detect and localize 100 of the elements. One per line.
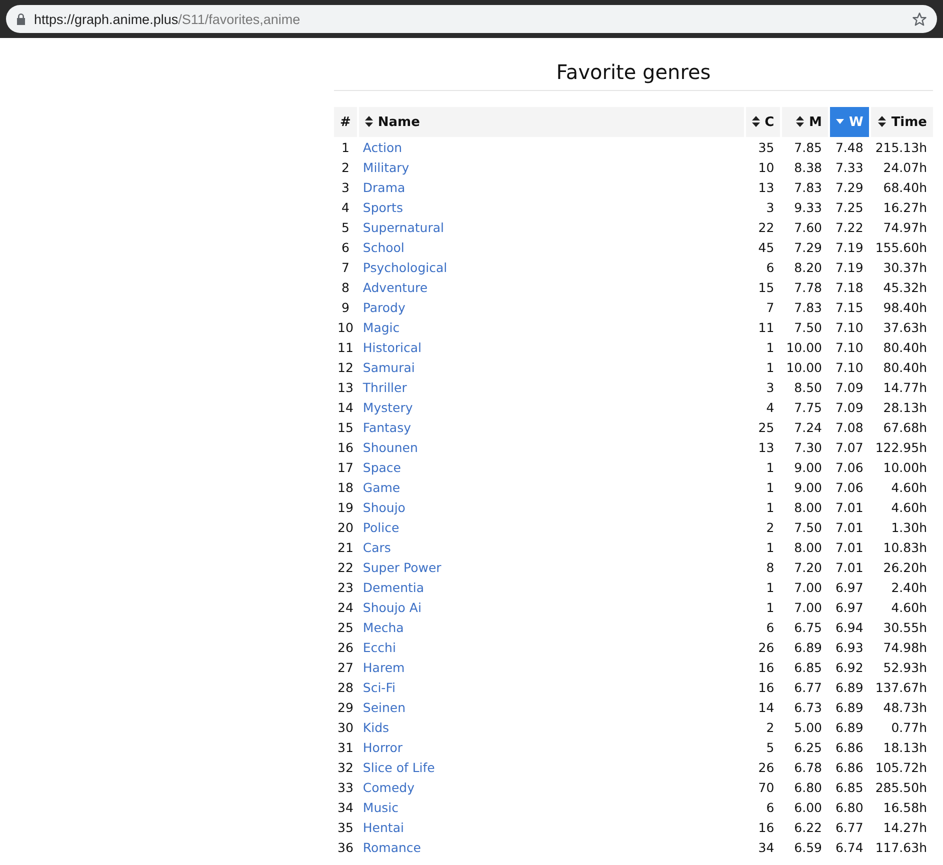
table-cell: 8.00 <box>794 540 822 554</box>
genre-link[interactable]: Drama <box>362 180 406 194</box>
genre-link[interactable]: Supernatural <box>362 220 444 234</box>
rank-number: 9 <box>341 300 350 314</box>
table-cell: 6.75 <box>794 620 822 634</box>
table-cell: 98.40h <box>883 300 927 314</box>
table-cell: 7.01 <box>835 560 864 574</box>
table-cell: 6.97 <box>835 580 864 594</box>
genre-link[interactable]: Samurai <box>362 360 415 374</box>
table-cell: 10.00 <box>786 360 822 374</box>
genre-link[interactable]: Seinen <box>362 700 406 714</box>
genre-link[interactable]: Psychological <box>362 260 448 274</box>
table-cell: 48.73h <box>883 700 927 714</box>
star-icon[interactable] <box>912 12 927 26</box>
rank-number: 20 <box>338 520 354 534</box>
table-cell: 18.13h <box>883 740 927 754</box>
rank-number: 14 <box>338 400 354 414</box>
column-header[interactable]: M <box>780 107 828 137</box>
table-cell: 6 <box>766 800 774 814</box>
table-cell: 6.77 <box>794 680 822 694</box>
rank-number: 17 <box>338 460 354 474</box>
column-header: # <box>334 107 357 137</box>
table-cell: 3 <box>766 380 774 394</box>
genre-link[interactable]: Adventure <box>362 280 428 294</box>
table-cell: 10 <box>758 160 774 174</box>
table-cell: 6.59 <box>794 840 822 854</box>
column-header[interactable]: Name <box>356 107 744 137</box>
table-cell: 1 <box>766 480 774 494</box>
genre-link[interactable]: Harem <box>362 660 405 674</box>
table-cell: 285.50h <box>875 780 927 794</box>
table-cell: 16.58h <box>883 800 927 814</box>
table-cell: 10.83h <box>883 540 927 554</box>
rank-number: 10 <box>338 320 354 334</box>
table-cell: 4.60h <box>891 500 927 514</box>
genre-link[interactable]: Police <box>362 520 400 534</box>
rank-number: 34 <box>338 800 354 814</box>
table-cell: 7.75 <box>794 400 822 414</box>
genre-link[interactable]: School <box>362 240 404 254</box>
genre-link[interactable]: Sports <box>362 200 403 214</box>
genre-link[interactable]: Magic <box>362 320 400 334</box>
genre-link[interactable]: Music <box>362 800 398 814</box>
table-cell: 7.22 <box>835 220 864 234</box>
table-cell: 10.00 <box>786 340 822 354</box>
address-bar[interactable]: https://graph.anime.plus/S11/favorites,anime <box>6 5 937 33</box>
table-cell: 6.86 <box>835 760 864 774</box>
genre-link[interactable]: Historical <box>362 340 422 354</box>
genre-link[interactable]: Thriller <box>362 380 407 394</box>
genre-link[interactable]: Game <box>362 480 400 494</box>
table-cell: 45.32h <box>883 280 927 294</box>
table-cell: 80.40h <box>883 340 927 354</box>
column-header[interactable]: C <box>744 107 780 137</box>
table-cell: 1 <box>766 360 774 374</box>
table-cell: 15 <box>758 280 774 294</box>
genre-link[interactable]: Parody <box>362 300 406 314</box>
genre-link[interactable]: Romance <box>362 840 421 854</box>
genre-link[interactable]: Sci-Fi <box>362 680 396 694</box>
genre-link[interactable]: Kids <box>362 720 390 734</box>
table-cell: 6.80 <box>835 800 864 814</box>
table-cell: 6.89 <box>835 680 864 694</box>
table-cell: 25 <box>758 420 774 434</box>
genre-link[interactable]: Hentai <box>362 820 404 834</box>
table-cell: 6.25 <box>794 740 822 754</box>
table-cell: 137.67h <box>875 680 927 694</box>
genre-link[interactable]: Horror <box>362 740 403 754</box>
genre-link[interactable]: Shounen <box>362 440 418 454</box>
table-cell: 6.80 <box>794 780 822 794</box>
genre-link[interactable]: Super Power <box>362 560 442 574</box>
table-cell: 9.00 <box>794 480 822 494</box>
table-cell: 26 <box>758 640 774 654</box>
genre-link[interactable]: Dementia <box>362 580 424 594</box>
genre-link[interactable]: Cars <box>362 540 391 554</box>
rank-number: 25 <box>338 620 354 634</box>
table-cell: 6.86 <box>835 740 864 754</box>
table-cell: 16 <box>758 660 774 674</box>
genre-link[interactable]: Mecha <box>362 620 404 634</box>
table-cell: 1 <box>766 500 774 514</box>
rank-number: 27 <box>338 660 354 674</box>
genre-link[interactable]: Action <box>362 140 402 154</box>
genre-link[interactable]: Fantasy <box>362 420 412 434</box>
genre-link[interactable]: Slice of Life <box>362 760 435 774</box>
genre-link[interactable]: Military <box>362 160 410 174</box>
table-cell: 8.00 <box>794 500 822 514</box>
table-cell: 6.93 <box>835 640 864 654</box>
table-cell: 2 <box>766 720 774 734</box>
table-cell: 1 <box>766 340 774 354</box>
genre-link[interactable]: Shoujo <box>362 500 406 514</box>
genre-link[interactable]: Mystery <box>362 400 413 414</box>
rank-number: 2 <box>341 160 350 174</box>
genre-link[interactable]: Ecchi <box>362 640 396 654</box>
genre-link[interactable]: Comedy <box>362 780 414 794</box>
rank-number: 16 <box>338 440 354 454</box>
table-cell: 6.77 <box>835 820 864 834</box>
sort-icon <box>878 116 886 128</box>
table-cell: 6.92 <box>835 660 864 674</box>
genre-link[interactable]: Shoujo Ai <box>362 600 422 614</box>
table-cell: 215.13h <box>875 140 927 154</box>
column-header[interactable]: W <box>828 107 870 137</box>
column-header[interactable]: Time <box>869 107 933 137</box>
table-cell: 7.09 <box>835 400 864 414</box>
genre-link[interactable]: Space <box>362 460 401 474</box>
